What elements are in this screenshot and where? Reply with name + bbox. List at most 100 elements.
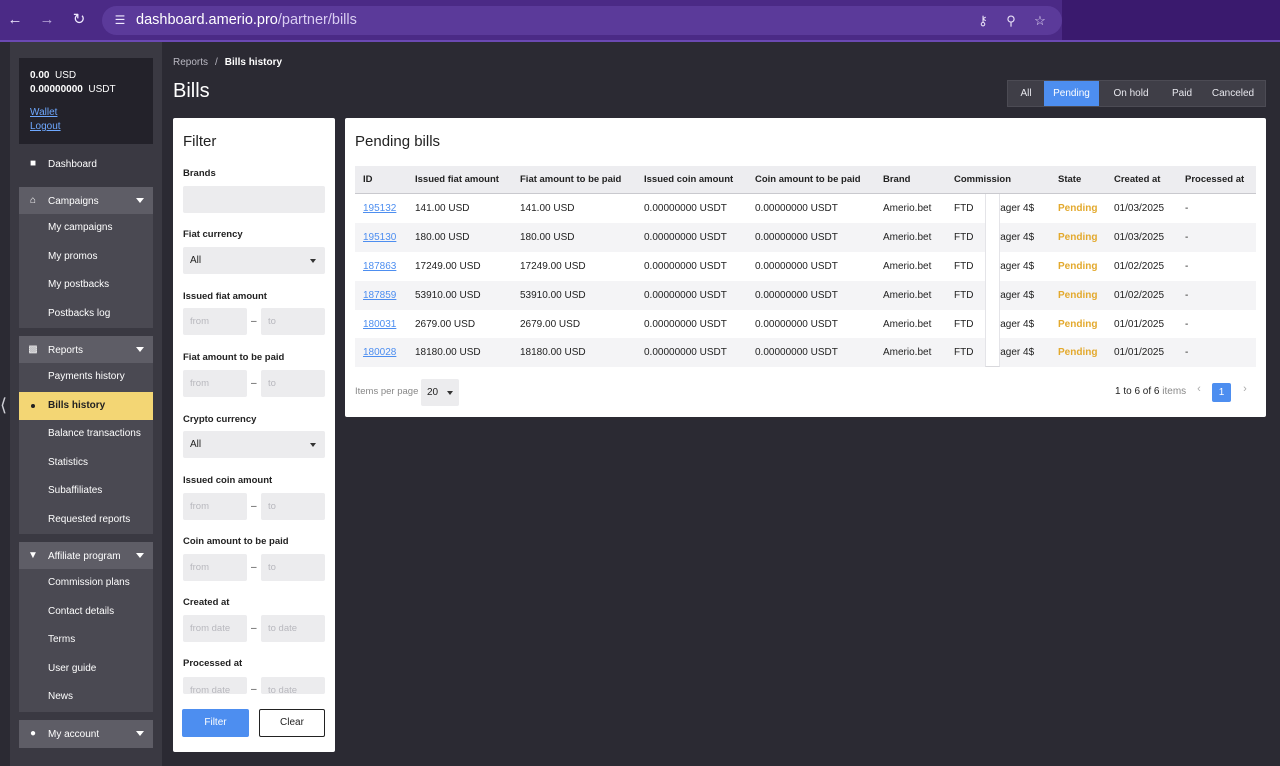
sidebar-item-my-campaigns[interactable]: My campaigns [19,214,153,242]
breadcrumb: Reports / Bills history [173,57,282,68]
state-cell: Pending [1058,261,1098,272]
crypto-currency-select[interactable]: All [183,431,325,458]
sidebar-group-my-account[interactable]: ● My account [19,720,153,748]
usdt-balance-unit: USDT [88,84,116,95]
column-header-commission[interactable]: Commission [954,166,1011,194]
page-number-button[interactable]: 1 [1212,383,1231,402]
chevron-left-icon[interactable]: ‹ [1193,383,1205,395]
sidebar-item-postbacks-log[interactable]: Postbacks log [19,300,153,328]
breadcrumb-current: Bills history [224,57,283,68]
sidebar-item-commission-plans[interactable]: Commission plans [19,569,153,597]
sidebar-group-label: My account [48,728,100,740]
logout-link[interactable]: Logout [30,121,61,132]
column-header-issued-coin[interactable]: Issued coin amount [644,166,733,194]
processed-from-date-input[interactable]: from date [183,677,247,696]
processed-to-date-input[interactable]: to date [261,677,325,696]
fiat-to-pay-cell: 18180.00 USD [520,347,586,358]
sidebar-item-my-postbacks[interactable]: My postbacks [19,271,153,299]
sidebar-item-bills-history[interactable]: Bills history [19,392,153,420]
coin-to-pay-to-input[interactable]: to [261,554,325,581]
bill-id-link[interactable]: 195130 [363,223,396,252]
processed-at-cell: - [1185,319,1189,330]
key-icon[interactable]: ⚷ [974,12,992,30]
sidebar: 0.00 USD 0.00000000 USDT Wallet Logout ■… [10,42,162,766]
issued-coin-from-input[interactable]: from [183,493,247,520]
column-header-processed-at[interactable]: Processed at [1185,166,1244,194]
column-header-id[interactable]: ID [363,166,373,194]
created-from-date-input[interactable]: from date [183,615,247,642]
sidebar-item-payments-history[interactable]: Payments history [19,363,153,391]
fiat-currency-value: All [190,255,202,266]
sidebar-item-requested-reports[interactable]: Requested reports [19,506,153,534]
bill-id-link[interactable]: 180031 [363,310,396,339]
sidebar-item-subaffiliates[interactable]: Subaffiliates [19,477,153,505]
affiliate-submenu: Commission plans Contact details Terms U… [19,569,153,712]
sidebar-group-reports[interactable]: ▩ Reports [19,336,153,364]
breadcrumb-parent[interactable]: Reports [173,57,208,68]
bill-id-link[interactable]: 180028 [363,338,396,367]
coin-to-pay-cell: 0.00000000 USDT [755,290,838,301]
issued-fiat-to-input[interactable]: to [261,308,325,335]
usd-balance-unit: USD [55,70,77,81]
commission-type-cell: FTD [954,232,974,243]
sidebar-item-balance-transactions[interactable]: Balance transactions [19,420,153,448]
sidebar-collapse-icon[interactable]: ⟨ [0,395,7,416]
fiat-currency-select[interactable]: All [183,247,325,274]
column-header-coin-to-pay[interactable]: Coin amount to be paid [755,166,861,194]
issued-coin-cell: 0.00000000 USDT [644,290,727,301]
filter-title: Filter [183,133,217,150]
bill-id-link[interactable]: 187863 [363,252,396,281]
sidebar-group-affiliate-program[interactable]: ▼ Affiliate program [19,542,153,570]
coin-to-pay-cell: 0.00000000 USDT [755,203,838,214]
bookmark-star-icon[interactable]: ☆ [1031,12,1049,30]
processed-at-cell: - [1185,232,1189,243]
processed-at-cell: - [1185,261,1189,272]
sidebar-item-contact-details[interactable]: Contact details [19,598,153,626]
sidebar-item-news[interactable]: News [19,683,153,711]
column-header-created-at[interactable]: Created at [1114,166,1160,194]
bill-id-link[interactable]: 187859 [363,281,396,310]
sidebar-item-dashboard[interactable]: ■ Dashboard [19,150,153,178]
balance-box: 0.00 USD 0.00000000 USDT Wallet Logout [19,58,153,144]
bill-id-link[interactable]: 195132 [363,194,396,223]
column-header-issued-fiat[interactable]: Issued fiat amount [415,166,499,194]
items-per-page-value: 20 [427,387,439,398]
tab-all[interactable]: All [1008,81,1044,106]
back-arrow-icon[interactable]: ← [5,10,25,30]
clear-button[interactable]: Clear [259,709,325,737]
state-cell: Pending [1058,203,1098,214]
forward-arrow-icon[interactable]: → [37,10,57,30]
column-header-fiat-to-pay[interactable]: Fiat amount to be paid [520,166,621,194]
sidebar-item-statistics[interactable]: Statistics [19,449,153,477]
tab-canceled[interactable]: Canceled [1201,81,1265,106]
zoom-icon[interactable]: ⚲ [1002,12,1020,30]
tab-on-hold[interactable]: On hold [1099,81,1163,106]
range-dash: – [251,378,257,389]
coin-to-pay-from-input[interactable]: from [183,554,247,581]
sidebar-item-user-guide[interactable]: User guide [19,655,153,683]
url-text[interactable]: dashboard.amerio.pro/partner/bills [136,12,357,28]
fiat-to-pay-from-input[interactable]: from [183,370,247,397]
issued-coin-to-input[interactable]: to [261,493,325,520]
issued-fiat-from-input[interactable]: from [183,308,247,335]
wallet-link[interactable]: Wallet [30,107,57,118]
affiliate-icon: ▼ [28,550,38,561]
address-bar[interactable]: ☰ dashboard.amerio.pro/partner/bills ⚷ ⚲… [102,6,1062,35]
brands-input[interactable] [183,186,325,213]
created-to-date-input[interactable]: to date [261,615,325,642]
sidebar-item-terms[interactable]: Terms [19,626,153,654]
filter-button[interactable]: Filter [182,709,249,737]
chevron-down-icon [136,198,144,203]
tab-pending[interactable]: Pending [1044,81,1099,106]
fiat-to-pay-to-input[interactable]: to [261,370,325,397]
site-settings-icon[interactable]: ☰ [112,12,128,28]
column-header-brand[interactable]: Brand [883,166,910,194]
chevron-right-icon[interactable]: › [1239,383,1251,395]
sidebar-item-my-promos[interactable]: My promos [19,243,153,271]
items-per-page-select[interactable]: 20 [421,379,459,406]
sidebar-group-campaigns[interactable]: ⌂ Campaigns [19,187,153,215]
reload-icon[interactable]: ↻ [69,10,89,30]
created-at-cell: 01/01/2025 [1114,319,1165,330]
column-header-state[interactable]: State [1058,166,1081,194]
tab-paid[interactable]: Paid [1163,81,1201,106]
